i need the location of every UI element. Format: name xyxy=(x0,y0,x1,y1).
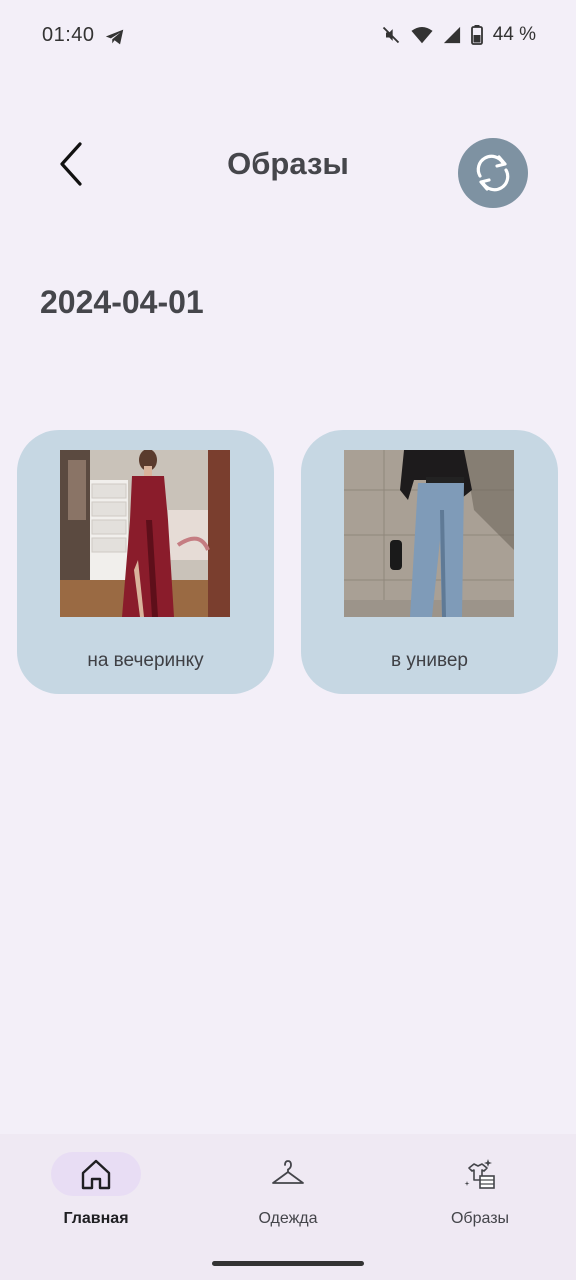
status-time: 01:40 xyxy=(42,24,95,46)
date-heading: 2024-04-01 xyxy=(40,284,204,320)
nav-label-outfits: Образы xyxy=(450,1210,510,1227)
home-indicator[interactable] xyxy=(212,1261,364,1266)
nav-item-home[interactable]: Главная xyxy=(16,1150,176,1250)
outfit-photo-party xyxy=(60,450,230,617)
outfit-photo-university xyxy=(344,450,514,617)
telegram-icon xyxy=(105,29,124,45)
battery-percent: 44 % xyxy=(492,24,536,45)
jeans-photo xyxy=(344,450,514,617)
signal-icon xyxy=(443,26,460,44)
outfits-icon xyxy=(464,1159,495,1189)
dress-photo xyxy=(60,450,230,617)
mute-icon xyxy=(382,26,399,44)
wifi-icon xyxy=(411,26,433,44)
bottom-navigation: Главная Одежда Образы xyxy=(0,1134,576,1280)
outfit-card[interactable]: в универ xyxy=(301,430,558,694)
battery-icon xyxy=(470,25,483,45)
hanger-icon xyxy=(272,1160,304,1184)
status-bar: 01:40 44 % xyxy=(0,0,576,72)
refresh-button[interactable] xyxy=(458,138,528,208)
nav-label-clothes: Одежда xyxy=(258,1210,318,1227)
nav-item-outfits[interactable]: Образы xyxy=(400,1150,560,1250)
outfit-label: на вечеринку xyxy=(87,650,204,671)
nav-item-clothes[interactable]: Одежда xyxy=(208,1150,368,1250)
home-icon xyxy=(81,1159,111,1190)
outfit-label: в универ xyxy=(391,650,468,671)
nav-label-home: Главная xyxy=(63,1210,129,1227)
status-icons: 44 % xyxy=(381,24,536,46)
sync-icon xyxy=(476,154,510,192)
outfit-card[interactable]: на вечеринку xyxy=(17,430,274,694)
